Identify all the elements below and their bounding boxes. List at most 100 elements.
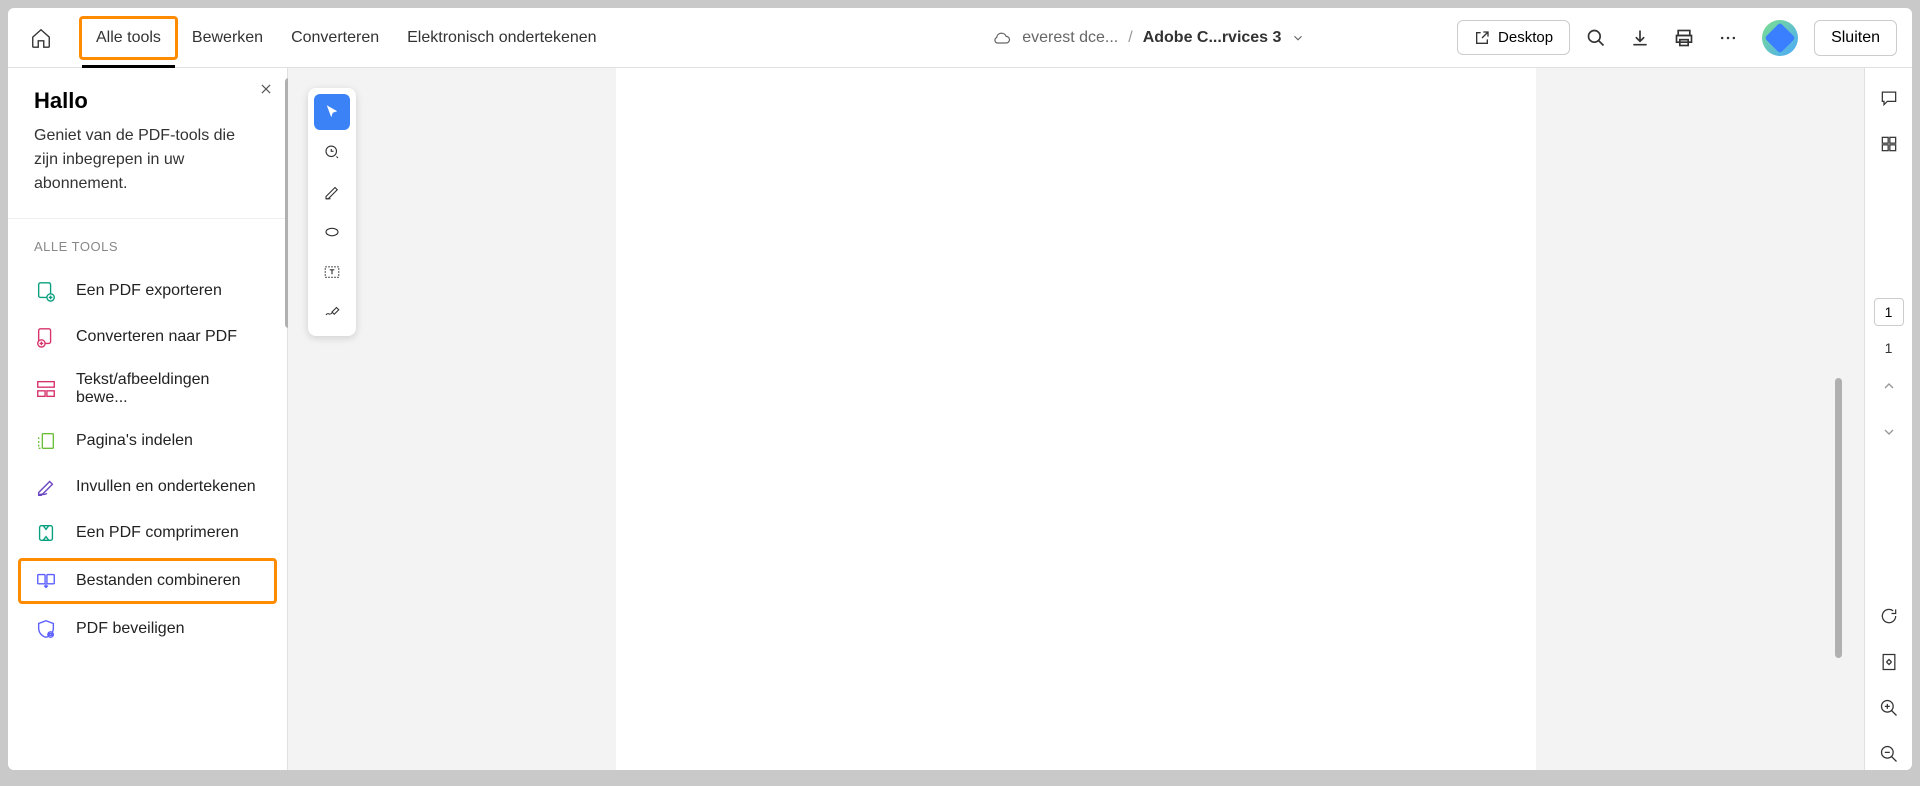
- tool-combine-files[interactable]: Bestanden combineren: [18, 558, 277, 604]
- chevron-up-icon: [1881, 378, 1897, 394]
- tab-label: Converteren: [291, 29, 379, 47]
- compress-pdf-icon: [34, 521, 58, 545]
- main: Hallo Geniet van de PDF-tools die zijn i…: [8, 68, 1912, 770]
- page-number-value: 1: [1885, 304, 1893, 320]
- page-up-button[interactable]: [1873, 370, 1905, 402]
- zoom-out-button[interactable]: [1873, 738, 1905, 770]
- tool-convert-to-pdf[interactable]: Converteren naar PDF: [8, 314, 287, 360]
- app-frame: Alle tools Bewerken Converteren Elektron…: [8, 8, 1912, 770]
- avatar[interactable]: [1762, 20, 1798, 56]
- page-down-button[interactable]: [1873, 416, 1905, 448]
- tab-bewerken[interactable]: Bewerken: [178, 8, 277, 67]
- tab-converteren[interactable]: Converteren: [277, 8, 393, 67]
- breadcrumb-file[interactable]: everest dce...: [1022, 29, 1118, 47]
- grid-icon: [1879, 134, 1899, 154]
- tool-organize-pages[interactable]: Pagina's indelen: [8, 418, 287, 464]
- desktop-button[interactable]: Desktop: [1457, 20, 1570, 55]
- top-actions: Desktop Sluiten: [1457, 20, 1897, 56]
- tool-label: Bestanden combineren: [76, 572, 241, 590]
- sidebar-title: Hallo: [8, 88, 287, 124]
- tab-label: Bewerken: [192, 29, 263, 47]
- tool-label: Pagina's indelen: [76, 432, 193, 450]
- breadcrumb-separator: /: [1128, 29, 1132, 47]
- tool-compress-pdf[interactable]: Een PDF comprimeren: [8, 510, 287, 556]
- search-button[interactable]: [1578, 20, 1614, 56]
- fit-page-button[interactable]: [1873, 646, 1905, 678]
- sign-tool[interactable]: [314, 294, 350, 330]
- chevron-down-icon[interactable]: [1291, 31, 1305, 45]
- chevron-down-icon: [1881, 424, 1897, 440]
- convert-pdf-icon: [34, 325, 58, 349]
- fit-page-icon: [1879, 652, 1899, 672]
- tab-elektronisch-ondertekenen[interactable]: Elektronisch ondertekenen: [393, 8, 610, 67]
- tool-label: Converteren naar PDF: [76, 328, 237, 346]
- draw-tool[interactable]: [314, 214, 350, 250]
- highlight-tool[interactable]: [314, 174, 350, 210]
- rotate-button[interactable]: [1873, 600, 1905, 632]
- sidebar-subtitle: Geniet van de PDF-tools die zijn inbegre…: [8, 124, 287, 219]
- more-button[interactable]: [1710, 20, 1746, 56]
- nav-tabs: Alle tools Bewerken Converteren Elektron…: [79, 8, 611, 67]
- right-rail: 1 1: [1864, 68, 1912, 770]
- cloud-icon: [992, 28, 1012, 48]
- page-total: 1: [1885, 340, 1893, 356]
- tab-label: Alle tools: [96, 29, 161, 47]
- tool-label: Tekst/afbeeldingen bewe...: [76, 371, 261, 407]
- combine-files-icon: [34, 569, 58, 593]
- search-icon: [1586, 28, 1606, 48]
- protect-pdf-icon: [34, 617, 58, 641]
- rotate-icon: [1879, 606, 1899, 626]
- page-canvas[interactable]: [616, 68, 1536, 770]
- home-button[interactable]: [23, 20, 59, 56]
- topbar: Alle tools Bewerken Converteren Elektron…: [8, 8, 1912, 68]
- sidebar-close-button[interactable]: [259, 82, 273, 96]
- zoom-out-icon: [1879, 744, 1899, 764]
- home-icon: [30, 27, 52, 49]
- zoom-in-icon: [1879, 698, 1899, 718]
- text-tool[interactable]: [314, 254, 350, 290]
- sidebar-section-label: ALLE TOOLS: [8, 239, 287, 268]
- left-toolbar: [308, 88, 356, 336]
- fill-sign-icon: [34, 475, 58, 499]
- signature-icon: [323, 303, 341, 321]
- tool-edit-text-images[interactable]: Tekst/afbeeldingen bewe...: [8, 360, 287, 418]
- comment-icon: [323, 143, 341, 161]
- document-scrollbar[interactable]: [1835, 378, 1842, 658]
- download-button[interactable]: [1622, 20, 1658, 56]
- breadcrumb: everest dce... / Adobe C...rvices 3: [762, 28, 1305, 48]
- document-area: [288, 68, 1864, 770]
- download-icon: [1630, 28, 1650, 48]
- text-box-icon: [323, 263, 341, 281]
- sidebar: Hallo Geniet van de PDF-tools die zijn i…: [8, 68, 288, 770]
- print-button[interactable]: [1666, 20, 1702, 56]
- tool-export-pdf[interactable]: Een PDF exporteren: [8, 268, 287, 314]
- open-external-icon: [1474, 30, 1490, 46]
- close-label: Sluiten: [1831, 29, 1880, 46]
- tool-label: PDF beveiligen: [76, 620, 185, 638]
- comment-tool[interactable]: [314, 134, 350, 170]
- cursor-icon: [323, 103, 341, 121]
- tool-label: Een PDF exporteren: [76, 282, 222, 300]
- comments-panel-button[interactable]: [1873, 82, 1905, 114]
- print-icon: [1674, 28, 1694, 48]
- draw-icon: [323, 223, 341, 241]
- more-icon: [1718, 28, 1738, 48]
- export-pdf-icon: [34, 279, 58, 303]
- tool-label: Invullen en ondertekenen: [76, 478, 256, 496]
- tool-fill-sign[interactable]: Invullen en ondertekenen: [8, 464, 287, 510]
- speech-bubble-icon: [1879, 88, 1899, 108]
- desktop-label: Desktop: [1498, 29, 1553, 46]
- page-number-input[interactable]: 1: [1874, 298, 1904, 326]
- thumbnails-panel-button[interactable]: [1873, 128, 1905, 160]
- close-button[interactable]: Sluiten: [1814, 20, 1897, 56]
- close-icon: [259, 82, 273, 96]
- tab-alle-tools[interactable]: Alle tools: [79, 16, 178, 60]
- select-tool[interactable]: [314, 94, 350, 130]
- tool-label: Een PDF comprimeren: [76, 524, 239, 542]
- tab-label: Elektronisch ondertekenen: [407, 29, 596, 47]
- breadcrumb-current[interactable]: Adobe C...rvices 3: [1143, 29, 1282, 47]
- tool-protect-pdf[interactable]: PDF beveiligen: [8, 606, 287, 652]
- highlight-icon: [323, 183, 341, 201]
- zoom-in-button[interactable]: [1873, 692, 1905, 724]
- edit-text-icon: [34, 377, 58, 401]
